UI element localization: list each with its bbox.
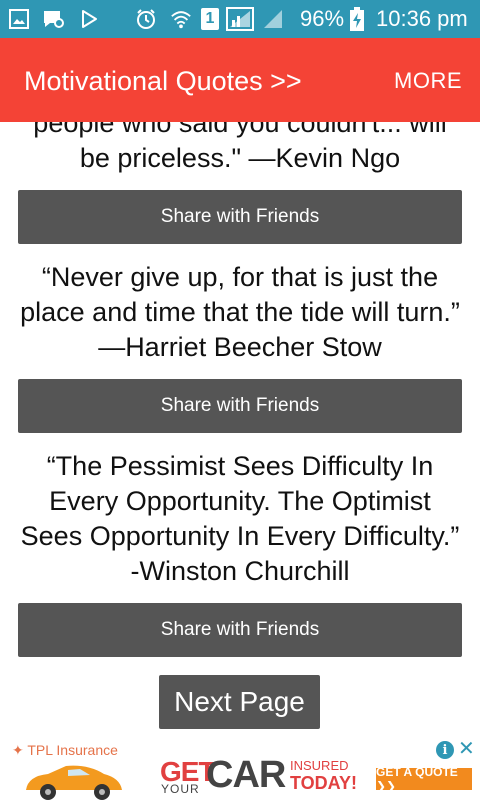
share-button[interactable]: Share with Friends [18,190,462,244]
brand-star-icon: ✦ [12,742,24,758]
status-bar: 1 96% 10:36 pm [0,0,480,38]
play-store-icon [78,8,100,30]
ad-headline-today: TODAY! [290,773,358,793]
close-icon[interactable]: ✕ [458,739,475,759]
quote-text: people who said you couldn't... will be … [33,122,447,173]
get-a-quote-button[interactable]: GET A QUOTE ❯❯ [376,765,472,793]
ad-brand-name: TPL Insurance [27,742,118,758]
ad-brand: ✦ TPL Insurance [12,742,118,759]
quote-list[interactable]: people who said you couldn't... will be … [0,122,480,734]
share-button[interactable]: Share with Friends [18,603,462,657]
clock: 10:36 pm [376,6,468,31]
chat-notification-icon [42,8,64,30]
sim-signal-icon [226,7,254,31]
sim-slot-badge: 1 [201,8,219,30]
ad-headline-car: CAR [206,754,286,796]
quote-text: “The Pessimist Sees Difficulty In Every … [20,451,460,586]
ad-headline-your: YOUR [161,782,200,796]
battery-charging-icon [350,7,364,31]
battery-percent: 96% [300,6,345,31]
next-page-button[interactable]: Next Page [159,675,320,729]
wifi-icon [170,8,192,30]
app-bar: Motivational Quotes >> MORE [0,38,480,122]
gallery-icon [8,8,30,30]
app-title[interactable]: Motivational Quotes >> [24,65,302,97]
more-button[interactable]: MORE [394,67,462,95]
share-button[interactable]: Share with Friends [18,379,462,433]
ad-banner[interactable]: ✦ TPL Insurance GET YOUR CAR INSURED TOD… [0,736,480,800]
car-image [18,762,128,800]
info-icon[interactable]: i [436,741,454,759]
signal-icon [262,8,284,30]
alarm-icon [135,8,157,30]
ad-headline-insured: INSURED [290,758,349,773]
quote-text: “Never give up, for that is just the pla… [20,262,460,362]
